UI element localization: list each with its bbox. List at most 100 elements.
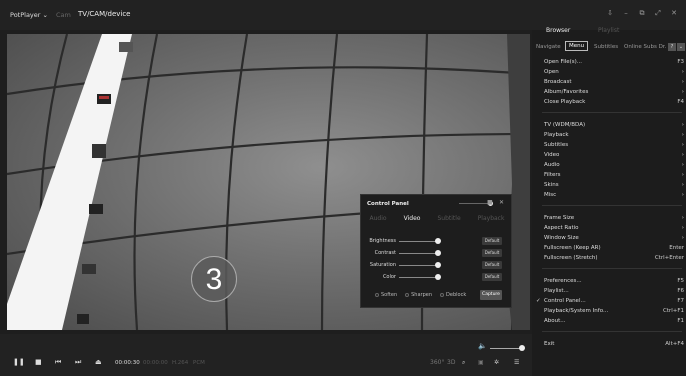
tab-audio[interactable]: Audio bbox=[370, 215, 387, 222]
menu-item[interactable]: Album/Favorites › bbox=[544, 89, 684, 99]
check-icon: ✓ bbox=[536, 298, 541, 304]
menu-item[interactable]: Window Size › bbox=[544, 235, 684, 245]
close-icon[interactable]: ✕ bbox=[670, 9, 678, 18]
subtab-navigate[interactable]: Navigate bbox=[536, 44, 561, 50]
menu-item[interactable]: Misc › bbox=[544, 192, 684, 202]
help-icon[interactable]: ? bbox=[668, 43, 676, 51]
menu-item-shortcut: Alt+F4 bbox=[665, 341, 684, 347]
menu-item-shortcut: F4 bbox=[677, 99, 684, 105]
menu-item-shortcut: › bbox=[681, 225, 684, 231]
menu-item[interactable]: Open File(s)... F3 bbox=[544, 59, 684, 69]
eject-button[interactable]: ⏏ bbox=[95, 358, 102, 366]
menu-item[interactable]: Filters › bbox=[544, 172, 684, 182]
color-knob[interactable] bbox=[435, 274, 441, 280]
menu-item-shortcut: › bbox=[681, 215, 684, 221]
close-icon[interactable]: ✕ bbox=[499, 199, 504, 206]
menu-item[interactable]: Broadcast › bbox=[544, 79, 684, 89]
menu-item-label: Open bbox=[544, 69, 559, 75]
brightness-knob[interactable] bbox=[435, 238, 441, 244]
saturation-row: Saturation Default bbox=[361, 261, 513, 270]
menu-item-shortcut: › bbox=[681, 192, 684, 198]
menu-item[interactable]: Exit Alt+F4 bbox=[544, 341, 684, 351]
pin-icon[interactable]: ⇩ bbox=[606, 9, 614, 18]
tab-video[interactable]: Video bbox=[404, 215, 421, 222]
360-icon[interactable]: 360° bbox=[430, 359, 444, 366]
minimize-icon[interactable]: – bbox=[622, 9, 630, 18]
menu-item[interactable]: Fullscreen (Keep AR) Enter bbox=[544, 245, 684, 255]
pause-button[interactable]: ❚❚ bbox=[13, 358, 25, 366]
menu-item-label: Preferences... bbox=[544, 278, 582, 284]
capture-button[interactable]: Capture bbox=[480, 290, 502, 300]
contrast-default-button[interactable]: Default bbox=[482, 249, 502, 257]
codec-label: H.264 bbox=[172, 360, 189, 366]
saturation-knob[interactable] bbox=[435, 262, 441, 268]
next-button[interactable]: ⏭ bbox=[75, 358, 81, 367]
gear-icon[interactable]: ✲ bbox=[494, 359, 499, 366]
menu-item[interactable]: Playback › bbox=[544, 132, 684, 142]
restore-icon[interactable]: ⧉ bbox=[638, 9, 646, 18]
menu-item[interactable]: Audio › bbox=[544, 162, 684, 172]
fullscreen-icon[interactable]: ⤢ bbox=[654, 9, 662, 18]
menu-item[interactable]: Preferences... F5 bbox=[544, 278, 684, 288]
menu-item-shortcut: › bbox=[681, 172, 684, 178]
menu-item[interactable]: Video › bbox=[544, 152, 684, 162]
tab-playback[interactable]: Playback bbox=[478, 215, 505, 222]
color-slider[interactable] bbox=[399, 277, 439, 278]
brightness-slider[interactable] bbox=[399, 241, 439, 242]
subtab-subtitles[interactable]: Subtitles bbox=[594, 44, 618, 50]
zoom-icon[interactable]: ⌕ bbox=[462, 359, 465, 367]
menu-item[interactable]: Skins › bbox=[544, 182, 684, 192]
brightness-default-button[interactable]: Default bbox=[482, 237, 502, 245]
menu-item[interactable]: ✓ Control Panel... F7 bbox=[536, 298, 684, 308]
deblock-option[interactable]: Deblock bbox=[440, 292, 466, 298]
contrast-slider[interactable] bbox=[399, 253, 439, 254]
menu-item[interactable]: Frame Size › bbox=[544, 215, 684, 225]
stop-button[interactable]: ■ bbox=[35, 358, 42, 366]
contrast-knob[interactable] bbox=[435, 250, 441, 256]
menu-item-label: Misc bbox=[544, 192, 557, 198]
menu-item-label: Video bbox=[544, 152, 560, 158]
menu-item-label: Album/Favorites bbox=[544, 89, 589, 95]
menu-item[interactable]: Close Playback F4 bbox=[544, 99, 684, 109]
menu-item-shortcut: › bbox=[681, 89, 684, 95]
speaker-icon[interactable]: 🔈 bbox=[478, 342, 487, 350]
tab-browser[interactable]: Browser bbox=[546, 27, 570, 34]
tab-subtitle[interactable]: Subtitle bbox=[437, 215, 460, 222]
subtab-menu[interactable]: Menu bbox=[565, 41, 589, 51]
menu-item-label: Skins bbox=[544, 182, 559, 188]
capture-icon[interactable]: ▣ bbox=[478, 359, 484, 366]
menu-item-shortcut: › bbox=[681, 142, 684, 148]
previous-button[interactable]: ⏮ bbox=[55, 358, 61, 367]
menu-item[interactable]: Playlist... F6 bbox=[544, 288, 684, 298]
chevron-down-icon[interactable]: ⌄ bbox=[677, 43, 685, 51]
subtab-online-subs[interactable]: Online Subs Dr. bbox=[624, 44, 666, 50]
saturation-slider[interactable] bbox=[399, 265, 439, 266]
volume-slider[interactable] bbox=[490, 348, 522, 349]
menu-item[interactable]: Playback/System Info... Ctrl+F1 bbox=[544, 308, 684, 318]
menu-item-label: Audio bbox=[544, 162, 560, 168]
pin-icon[interactable]: ■ bbox=[487, 199, 493, 206]
menu-item[interactable]: Aspect Ratio › bbox=[544, 225, 684, 235]
color-row: Color Default bbox=[361, 273, 513, 282]
menu-item[interactable]: Fullscreen (Stretch) Ctrl+Enter bbox=[544, 255, 684, 265]
window-controls: ⇩ – ⧉ ⤢ ✕ bbox=[606, 9, 678, 18]
3d-icon[interactable]: 3D bbox=[447, 359, 455, 366]
app-menu-button[interactable]: PotPlayer ⌄ bbox=[10, 11, 48, 19]
sharpen-option[interactable]: Sharpen bbox=[405, 292, 432, 298]
menu-item[interactable]: Open › bbox=[544, 69, 684, 79]
menu-icon[interactable]: ☰ bbox=[514, 359, 519, 366]
menu-item[interactable]: Subtitles › bbox=[544, 142, 684, 152]
color-default-button[interactable]: Default bbox=[482, 273, 502, 281]
menu-item-label: Window Size bbox=[544, 235, 579, 241]
menu-item-label: Subtitles bbox=[544, 142, 569, 148]
menu-item[interactable]: TV (WDM/BDA) › bbox=[544, 122, 684, 132]
saturation-default-button[interactable]: Default bbox=[482, 261, 502, 269]
radio-icon bbox=[375, 292, 379, 297]
volume-knob[interactable] bbox=[519, 345, 525, 351]
menu-separator bbox=[542, 205, 682, 206]
menu-item-shortcut: › bbox=[681, 122, 684, 128]
tab-playlist[interactable]: Playlist bbox=[598, 27, 619, 34]
menu-item-shortcut: F1 bbox=[677, 318, 684, 324]
soften-option[interactable]: Soften bbox=[375, 292, 397, 298]
menu-item[interactable]: About... F1 bbox=[544, 318, 684, 328]
